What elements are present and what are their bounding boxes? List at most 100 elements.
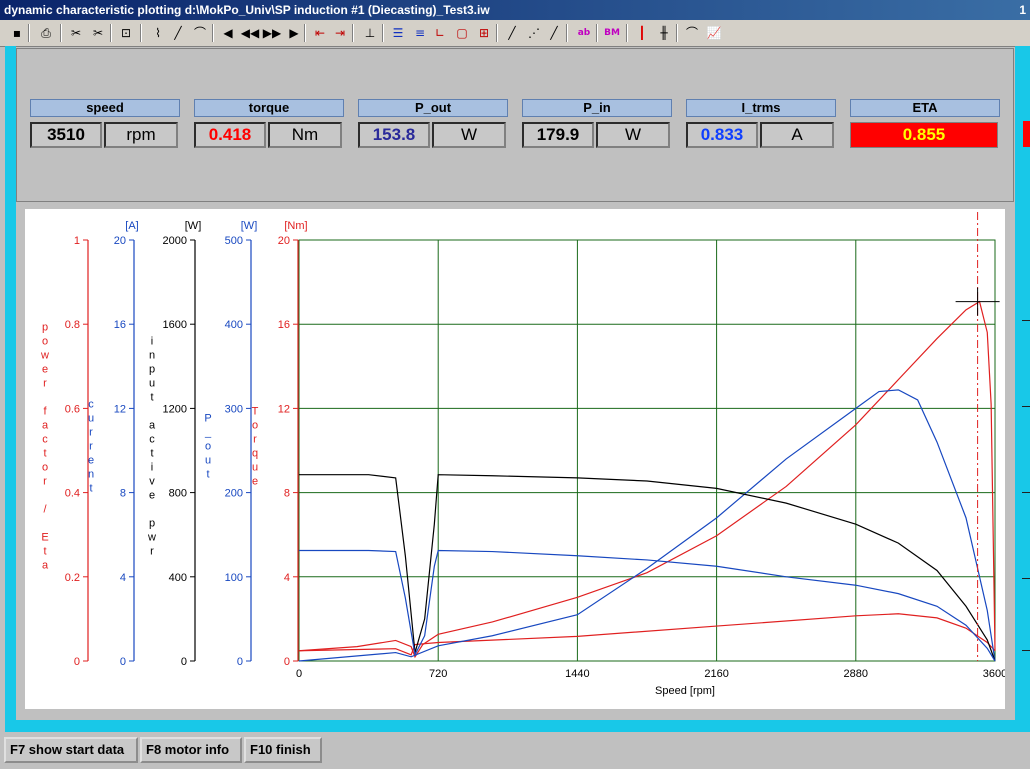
x-tick-label: 720 [429, 668, 447, 680]
y-axis-label-glyph: c [88, 399, 94, 411]
scissors-icon[interactable]: ✂ [88, 23, 108, 43]
y-axis-unit: [W] [185, 220, 202, 232]
y-axis-label-glyph: T [252, 406, 259, 418]
x-tick-label: 1440 [565, 668, 589, 680]
y-axis-label-glyph: o [42, 336, 48, 348]
lock-icon[interactable]: ⊡ [116, 23, 136, 43]
y-axis-label-glyph: r [150, 546, 154, 558]
curve-tool-1-icon[interactable]: ⌇ [148, 23, 168, 43]
f8-motor-info-button[interactable]: F8 motor info [140, 737, 242, 763]
meter-label: speed [30, 99, 180, 117]
bitmap-icon[interactable]: BM [602, 23, 622, 43]
y-tick-label: 8 [284, 488, 290, 500]
save-icon[interactable]: ▪ [7, 23, 27, 43]
meter-label: P_out [358, 99, 508, 117]
y-tick-label: 0 [237, 656, 243, 668]
meter-label: P_in [522, 99, 672, 117]
y-axis-unit: [A] [125, 220, 138, 232]
y-axis-label-glyph: e [252, 476, 258, 488]
last-icon[interactable]: ▶ [284, 23, 304, 43]
y-tick-label: 12 [278, 403, 290, 415]
y-axis-label-glyph: u [88, 413, 94, 425]
meter-unit: rpm [104, 122, 178, 148]
toolbar-separator [304, 24, 306, 42]
range-start-icon[interactable]: ⇤ [310, 23, 330, 43]
print-icon[interactable]: ⎙ [36, 23, 56, 43]
grid-icon[interactable]: ⊞ [474, 23, 494, 43]
right-edge-tick [1022, 492, 1030, 493]
toolbar-separator [140, 24, 142, 42]
forward-icon[interactable]: ▶▶ [262, 23, 282, 43]
meter-value: 3510 [30, 122, 102, 148]
rewind-icon[interactable]: ◀◀ [240, 23, 260, 43]
line-dotted-icon[interactable]: ⋰ [524, 23, 544, 43]
f7-show-start-data-button[interactable]: F7 show start data [4, 737, 138, 763]
y-axis-label-glyph: c [149, 434, 155, 446]
y-axis-label-glyph: r [89, 427, 93, 439]
list-icon[interactable]: ☰ [388, 23, 408, 43]
line-solid-icon[interactable]: ╱ [502, 23, 522, 43]
double-bar-icon[interactable]: ╫ [654, 23, 674, 43]
first-icon[interactable]: ◀ [218, 23, 238, 43]
toolbar-separator [626, 24, 628, 42]
y-tick-label: 0.8 [65, 319, 80, 331]
y-axis-label-glyph: q [252, 448, 258, 460]
frame-box-icon[interactable]: ▢ [452, 23, 472, 43]
frame-bottom [5, 720, 1030, 732]
toolbar-separator [28, 24, 30, 42]
y-axis-label-glyph: p [149, 518, 155, 530]
y-tick-label: 8 [120, 488, 126, 500]
y-tick-label: 400 [225, 319, 243, 331]
meter-unit: A [760, 122, 834, 148]
x-tick-label: 0 [296, 668, 302, 680]
cut-select-icon[interactable]: ✂ [66, 23, 86, 43]
meter-p-out: P_out 153.8 W [358, 99, 508, 153]
toolbar-separator [382, 24, 384, 42]
meter-label: I_trms [686, 99, 836, 117]
y-tick-label: 20 [278, 235, 290, 247]
range-end-icon[interactable]: ⇥ [330, 23, 350, 43]
meter-value: 0.418 [194, 122, 266, 148]
y-axis-label-glyph: r [89, 441, 93, 453]
x-tick-label: 3600 [983, 668, 1005, 680]
y-axis-label-glyph: p [149, 364, 155, 376]
axis-value-icon[interactable]: ≡ [410, 23, 430, 43]
curve-tool-3-icon[interactable]: ⌒ [190, 23, 210, 43]
curve-tool-2-icon[interactable]: ╱ [168, 23, 188, 43]
y-tick-label: 500 [225, 235, 243, 247]
toolbar: ▪ ⎙ ✂ ✂ ⊡ ⌇ ╱ ⌒ ◀ ◀◀ ▶▶ ▶ ⇤ ⇥ ⊥ ☰ ≡ ∟ ▢ ⊞ ╱ ⋰ ╱ ab BM ┃ ╫ ⌒ 📈 [0, 20, 1030, 47]
toolbar-separator [212, 24, 214, 42]
meter-i-trms: I_trms 0.833 A [686, 99, 836, 153]
load-curve-icon[interactable]: ⌒ [682, 23, 702, 43]
y-axis-label-glyph: t [43, 448, 46, 460]
y-tick-label: 0.4 [65, 488, 80, 500]
y-tick-label: 0.2 [65, 572, 80, 584]
chart-icon[interactable]: 📈 [704, 23, 724, 43]
y-axis-label-glyph: t [150, 392, 153, 404]
characteristic-chart[interactable]: 0 720 1440 2160 2880 3600 Speed [rpm] 1 0.8 0.6 0.… [25, 209, 1005, 709]
y-axis-label-glyph: o [205, 441, 211, 453]
meter-speed: speed 3510 rpm [30, 99, 180, 153]
line-dashed-icon[interactable]: ╱ [544, 23, 564, 43]
meter-label: torque [194, 99, 344, 117]
y-axis-label-glyph: i [151, 462, 153, 474]
text-label-icon[interactable]: ab [574, 23, 594, 43]
right-edge-tick [1022, 406, 1030, 407]
y-tick-label: 1 [74, 235, 80, 247]
y-axis-label-glyph: E [41, 532, 48, 544]
y-tick-label: 300 [225, 403, 243, 415]
y-tick-label: 4 [120, 572, 126, 584]
y-axis-label-glyph: _ [204, 427, 212, 439]
marker-icon[interactable]: ⊥ [360, 23, 380, 43]
frame-l-icon[interactable]: ∟ [430, 23, 450, 43]
f10-finish-button[interactable]: F10 finish [244, 737, 322, 763]
y-axis-label-glyph: a [42, 420, 49, 432]
meter-p-in: P_in 179.9 W [522, 99, 672, 153]
y-axis-label-glyph: t [150, 448, 153, 460]
red-bar-icon[interactable]: ┃ [632, 23, 652, 43]
toolbar-separator [60, 24, 62, 42]
toolbar-separator [596, 24, 598, 42]
meter-value: 179.9 [522, 122, 594, 148]
y-axis-label-glyph: t [89, 483, 92, 495]
y-tick-label: 0 [74, 656, 80, 668]
